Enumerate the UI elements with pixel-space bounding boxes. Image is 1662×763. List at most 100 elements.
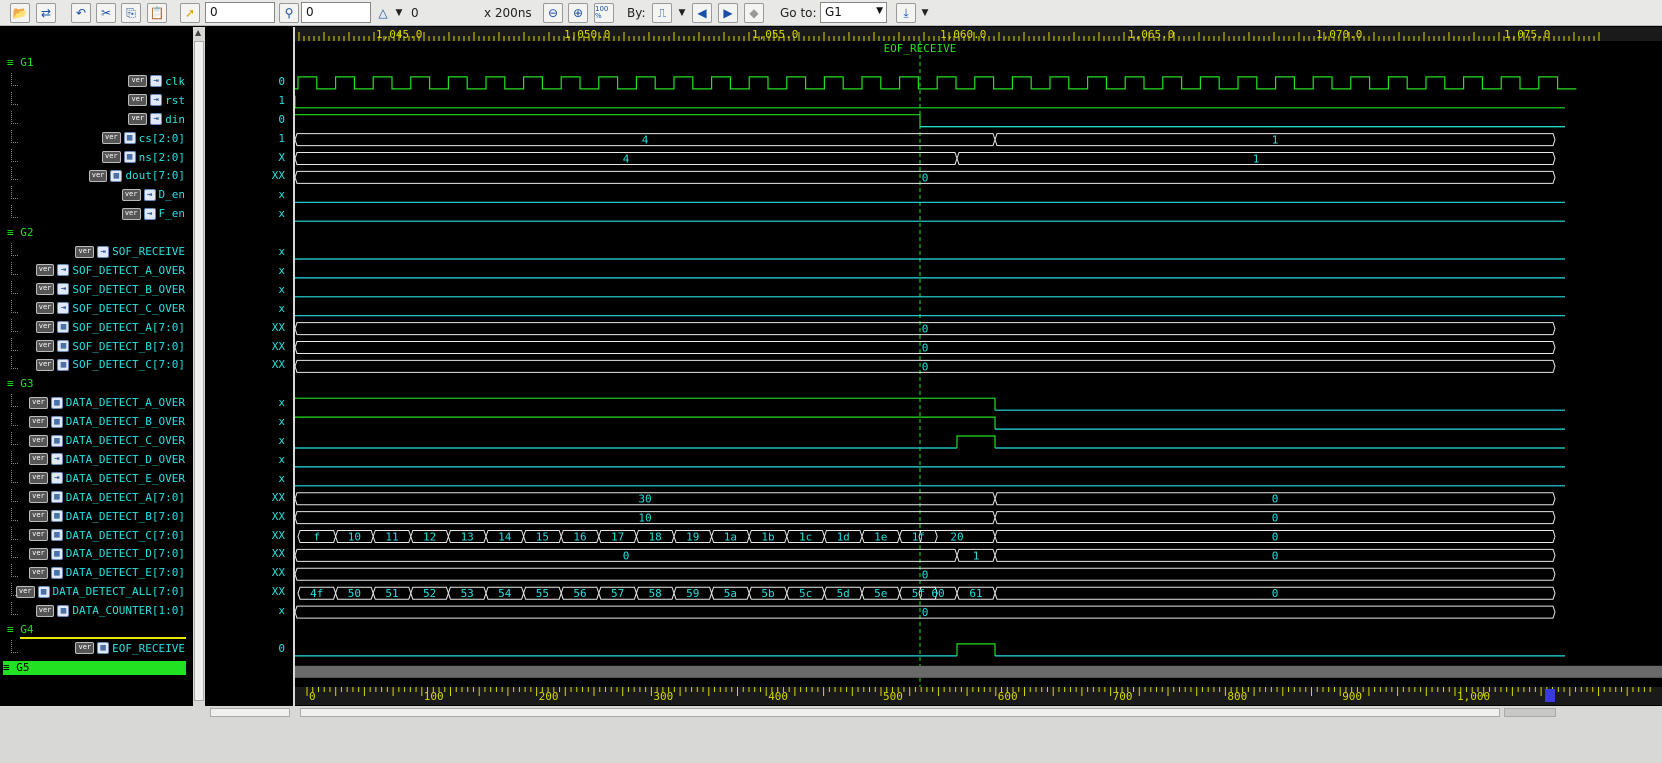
signal-row[interactable]: ver ▦ SOF_DETECT_B[7:0] bbox=[35, 339, 185, 353]
group-g2[interactable]: ≡ G2 bbox=[7, 226, 34, 239]
pulse-waveform-high bbox=[956, 435, 996, 448]
signal-row[interactable]: ver ⇥ SOF_DETECT_C_OVER bbox=[35, 302, 185, 315]
signal-row[interactable]: ver ▦ ns[2:0] bbox=[101, 151, 185, 164]
bus-value-label: 61 bbox=[969, 587, 982, 600]
tree-connector bbox=[11, 450, 18, 464]
group-g4[interactable]: ≡ G4 bbox=[7, 623, 34, 636]
group-g1[interactable]: ≡ G1 bbox=[7, 56, 34, 69]
cursor-time-input[interactable]: 0 bbox=[205, 2, 275, 23]
bus-value-label: 0 bbox=[922, 323, 929, 336]
cursor-icon[interactable]: ➚ bbox=[180, 3, 200, 23]
cut-icon[interactable]: ✂ bbox=[96, 3, 116, 23]
register-icon: ▦ bbox=[50, 491, 63, 504]
signal-row[interactable]: ver ▦ SOF_DETECT_A[7:0] bbox=[35, 321, 185, 334]
ver-badge: ver bbox=[29, 434, 48, 447]
paste-icon[interactable]: 📋 bbox=[147, 3, 167, 23]
goto-select[interactable]: G1 ▼ bbox=[820, 2, 887, 23]
signal-value: X bbox=[278, 150, 285, 164]
value-pane-hscroll[interactable] bbox=[210, 708, 290, 717]
ver-badge: ver bbox=[15, 585, 35, 598]
signal-name: SOF_DETECT_B[7:0] bbox=[72, 339, 185, 353]
signal-value: x bbox=[278, 415, 285, 429]
view-window-indicator[interactable] bbox=[1545, 689, 1555, 702]
signal-value: 0 bbox=[278, 74, 285, 88]
signal-row[interactable]: ver ▦ cs[2:0] bbox=[101, 132, 185, 145]
ruler-label: 1,060.0 bbox=[940, 28, 986, 41]
signal-row[interactable]: ver ⇥ clk bbox=[128, 75, 185, 88]
signal-row[interactable]: ver ⇥ DATA_DETECT_E_OVER bbox=[29, 472, 185, 485]
waveform-canvas[interactable]: 1,045.0 1,050.0 1,055.0 1,060.0 1,065.0 1,070… bbox=[294, 27, 1662, 706]
signal-row[interactable]: ver ▦ DATA_DETECT_A[7:0] bbox=[29, 491, 185, 504]
ver-badge: ver bbox=[35, 358, 55, 371]
signal-row[interactable]: ver ▦ dout[7:0] bbox=[88, 169, 185, 182]
signal-row[interactable]: ver ⇥ SOF_DETECT_B_OVER bbox=[35, 283, 185, 296]
ruler-label: 1,055.0 bbox=[752, 28, 798, 41]
signal-row[interactable]: ver ⇥ din bbox=[128, 113, 185, 126]
delta-icon[interactable]: △ bbox=[375, 3, 391, 23]
open-folder-icon[interactable]: 📂 bbox=[10, 3, 30, 23]
signal-value: 1 bbox=[278, 131, 285, 145]
bus-value-label: 54 bbox=[498, 587, 512, 600]
bus-value-label: 0 bbox=[922, 606, 929, 619]
signal-row[interactable]: ver ⇥ rst bbox=[128, 94, 185, 107]
signal-row[interactable]: ver ▦ DATA_DETECT_D[7:0] bbox=[29, 547, 185, 560]
zoom-out-icon[interactable]: ⊖ bbox=[543, 3, 563, 23]
signal-row[interactable]: ver ▦ DATA_DETECT_C_OVER bbox=[29, 434, 185, 447]
name-pane-scrollbar[interactable]: ▲ bbox=[193, 27, 205, 706]
signal-value: x bbox=[278, 604, 285, 618]
bus-value-label: 0 bbox=[1272, 493, 1279, 506]
tree-connector bbox=[11, 91, 18, 105]
signal-row[interactable]: ver ▦ DATA_DETECT_ALL[7:0] bbox=[15, 585, 185, 598]
signal-row[interactable]: ver ⇥ D_en bbox=[121, 188, 185, 201]
waveform-pane[interactable]: 1,045.0 1,050.0 1,055.0 1,060.0 1,065.0 1,070… bbox=[294, 27, 1662, 706]
signal-row[interactable]: ver ▦ EOF_RECEIVE bbox=[75, 642, 185, 655]
undo-icon[interactable]: ↶ bbox=[71, 3, 91, 23]
export-dropdown-icon[interactable]: ▼ bbox=[919, 3, 931, 23]
marker-icon[interactable]: ⚲ bbox=[279, 3, 299, 23]
vertical-scroll-thumb[interactable] bbox=[194, 41, 204, 701]
register-icon: ▦ bbox=[57, 321, 70, 334]
next-icon[interactable]: ▶ bbox=[718, 3, 738, 23]
signal-row[interactable]: ver ⇥ F_en bbox=[121, 207, 186, 221]
signal-value: x bbox=[278, 396, 285, 410]
zoom-in-icon[interactable]: ⊕ bbox=[568, 3, 588, 23]
signal-row[interactable]: ver ▦ DATA_DETECT_B_OVER bbox=[29, 415, 185, 428]
bottom-ruler-label: 100 bbox=[424, 690, 444, 703]
tree-connector bbox=[11, 394, 18, 408]
status-area bbox=[0, 719, 1662, 763]
scroll-up-icon[interactable]: ▲ bbox=[195, 29, 203, 37]
group-g3[interactable]: ≡ G3 bbox=[7, 377, 34, 390]
bus-value-label: 56 bbox=[573, 587, 586, 600]
edge-icon[interactable]: ⎍ bbox=[652, 3, 672, 23]
prev-icon[interactable]: ◀ bbox=[692, 3, 712, 23]
bus-value-label: 5f bbox=[912, 587, 925, 600]
signal-name: F_en bbox=[158, 207, 186, 221]
signal-name: SOF_DETECT_C[7:0] bbox=[72, 358, 185, 372]
wave-pane-hscroll-track[interactable] bbox=[300, 708, 1500, 717]
signal-value: XX bbox=[271, 585, 285, 599]
bookmark-icon[interactable]: ◆ bbox=[744, 3, 764, 23]
group-g5-selected[interactable]: ≡ G5 bbox=[3, 660, 186, 675]
signal-row[interactable]: ver ▦ DATA_DETECT_C[7:0] bbox=[29, 529, 185, 542]
signal-value: x bbox=[278, 452, 285, 466]
signal-row[interactable]: ver ▦ DATA_DETECT_E[7:0] bbox=[29, 566, 185, 579]
signal-row[interactable]: ver ⇥ SOF_DETECT_A_OVER bbox=[35, 264, 185, 277]
reload-icon[interactable]: ⇄ bbox=[36, 3, 56, 23]
signal-row[interactable]: ver ▦ SOF_DETECT_C[7:0] bbox=[35, 358, 185, 372]
signal-name: rst bbox=[165, 93, 185, 107]
signal-row[interactable]: ver ⇥ DATA_DETECT_D_OVER bbox=[29, 453, 185, 466]
wave-pane-hscroll-thumb[interactable] bbox=[1504, 708, 1556, 717]
signal-row[interactable]: ver ▦ DATA_DETECT_B[7:0] bbox=[29, 510, 185, 523]
signal-row[interactable]: ver ▦ DATA_COUNTER[1:0] bbox=[35, 604, 185, 617]
bottom-ruler-label: 1,000 bbox=[1457, 690, 1490, 703]
marker-time-input[interactable]: 0 bbox=[301, 2, 371, 23]
signal-row[interactable]: ver ⇥ SOF_RECEIVE bbox=[75, 245, 185, 258]
delta-dropdown-icon[interactable]: ▼ bbox=[393, 3, 405, 23]
export-icon[interactable]: ⤓ bbox=[896, 3, 916, 23]
by-dropdown-icon[interactable]: ▼ bbox=[676, 3, 688, 23]
zoom-fit-icon[interactable]: 100 % bbox=[594, 3, 614, 23]
signal-row[interactable]: ver ▦ DATA_DETECT_A_OVER bbox=[29, 396, 185, 409]
over-waveform-high bbox=[295, 397, 996, 411]
copy-icon[interactable]: ⎘ bbox=[121, 3, 141, 23]
ver-badge: ver bbox=[29, 396, 48, 409]
